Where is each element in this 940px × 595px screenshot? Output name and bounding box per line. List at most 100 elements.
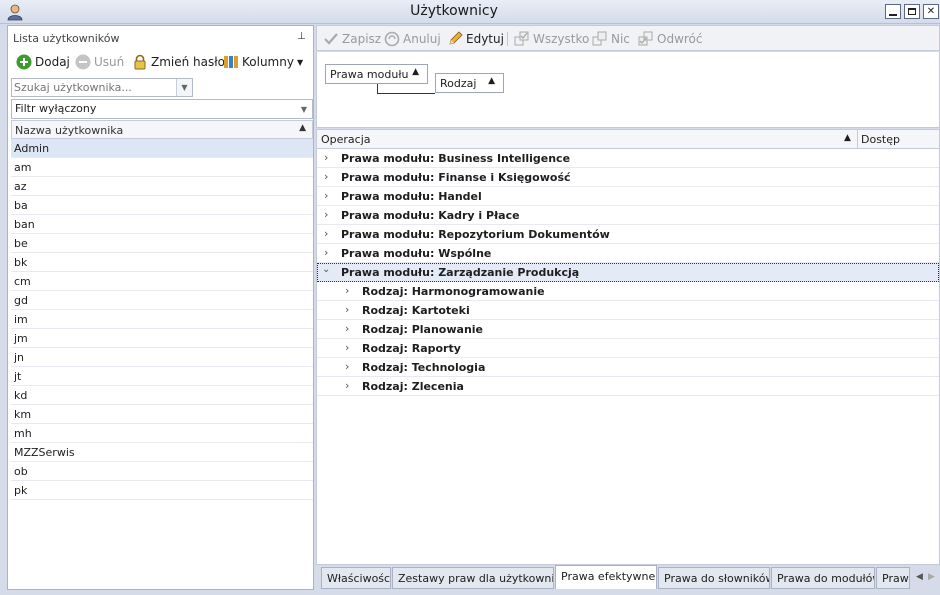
chevron-down-icon: ▼ bbox=[296, 57, 304, 67]
list-item[interactable]: ob bbox=[11, 462, 313, 481]
chevron-down-icon: ▼ bbox=[300, 104, 308, 114]
list-item[interactable]: ba bbox=[11, 196, 313, 215]
cancel-icon bbox=[384, 31, 400, 47]
save-button[interactable]: Zapisz bbox=[323, 30, 381, 48]
tree-row[interactable]: › Prawa modułu: Business Intelligence bbox=[317, 149, 939, 168]
check-none-icon bbox=[592, 31, 607, 46]
tree-row-child[interactable]: › Rodzaj: Kartoteki bbox=[317, 301, 939, 320]
maximize-button[interactable] bbox=[904, 4, 920, 19]
tab-scroll-right-icon[interactable]: ▶ bbox=[928, 572, 935, 582]
add-button[interactable]: Dodaj bbox=[16, 52, 70, 72]
list-item[interactable]: be bbox=[11, 234, 313, 253]
user-list: Admin am az ba ban be bk cm gd im jm jn … bbox=[11, 139, 313, 500]
minus-circle-icon bbox=[75, 54, 91, 70]
plus-circle-icon bbox=[16, 54, 32, 70]
chevron-right-icon[interactable]: › bbox=[324, 208, 328, 221]
tab-effective-permissions[interactable]: Prawa efektywne bbox=[555, 565, 657, 589]
chevron-right-icon[interactable]: › bbox=[345, 322, 349, 335]
tab-bar: Właściwości Zestawy praw dla użytkownika… bbox=[316, 565, 940, 590]
edit-button[interactable]: Edytuj bbox=[447, 30, 504, 48]
tab-dictionary-permissions[interactable]: Prawa do słowników bbox=[658, 567, 770, 589]
tab-permission-sets[interactable]: Zestawy praw dla użytkownika bbox=[392, 567, 554, 589]
window-title: Użytkownicy bbox=[410, 3, 498, 19]
chevron-right-icon[interactable]: › bbox=[345, 379, 349, 392]
remove-button[interactable]: Usuń bbox=[75, 52, 124, 72]
column-divider bbox=[857, 130, 858, 149]
list-item[interactable]: MZZSerwis bbox=[11, 443, 313, 462]
chevron-right-icon[interactable]: › bbox=[324, 151, 328, 164]
panel-header: Lista użytkowników bbox=[13, 32, 120, 45]
chevron-right-icon[interactable]: › bbox=[324, 246, 328, 259]
chevron-down-icon[interactable]: ⌄ bbox=[322, 264, 330, 275]
list-item[interactable]: az bbox=[11, 177, 313, 196]
minimize-button[interactable] bbox=[885, 4, 901, 19]
sort-ascending-icon: ▲ bbox=[412, 67, 419, 77]
minimize-icon bbox=[889, 13, 897, 16]
tree-row[interactable]: › Prawa modułu: Repozytorium Dokumentów bbox=[317, 225, 939, 244]
pencil-icon bbox=[449, 31, 463, 45]
list-item[interactable]: am bbox=[11, 158, 313, 177]
select-none-button[interactable]: Nic bbox=[592, 30, 630, 48]
list-item[interactable]: jt bbox=[11, 367, 313, 386]
sort-ascending-icon: ▲ bbox=[488, 76, 495, 86]
tree-row-child[interactable]: › Rodzaj: Zlecenia bbox=[317, 377, 939, 396]
user-list-panel: Lista użytkowników ⊥ Dodaj Usuń Zmień ha… bbox=[7, 25, 314, 590]
tree-row-child[interactable]: › Rodzaj: Planowanie bbox=[317, 320, 939, 339]
tree-row[interactable]: › Prawa modułu: Wspólne bbox=[317, 244, 939, 263]
group-chip-module[interactable]: Prawa modułu ▲ bbox=[325, 64, 428, 84]
list-item[interactable]: gd bbox=[11, 291, 313, 310]
tab-more[interactable]: Praw bbox=[876, 567, 910, 589]
chevron-right-icon[interactable]: › bbox=[324, 189, 328, 202]
pin-icon[interactable]: ⊥ bbox=[297, 31, 306, 42]
tree-row[interactable]: › Prawa modułu: Handel bbox=[317, 187, 939, 206]
search-input[interactable] bbox=[12, 79, 176, 96]
tree-row-expanded[interactable]: ⌄ Prawa modułu: Zarządzanie Produkcją bbox=[317, 263, 939, 282]
invert-button[interactable]: Odwróć bbox=[638, 30, 703, 48]
chevron-right-icon[interactable]: › bbox=[324, 227, 328, 240]
tree-row[interactable]: › Prawa modułu: Finanse i Księgowość bbox=[317, 168, 939, 187]
list-item[interactable]: im bbox=[11, 310, 313, 329]
group-by-area: Prawa modułu ▲ Rodzaj ▲ bbox=[316, 52, 940, 128]
tree-row[interactable]: › Prawa modułu: Kadry i Płace bbox=[317, 206, 939, 225]
column-header-username[interactable]: Nazwa użytkownika ▲ bbox=[11, 120, 313, 139]
list-item[interactable]: mh bbox=[11, 424, 313, 443]
list-item[interactable]: Admin bbox=[11, 139, 313, 158]
select-all-button[interactable]: Wszystko bbox=[514, 30, 589, 48]
maximize-icon bbox=[908, 8, 916, 15]
list-item[interactable]: pk bbox=[11, 481, 313, 500]
chevron-right-icon[interactable]: › bbox=[324, 170, 328, 183]
tab-properties[interactable]: Właściwości bbox=[321, 567, 391, 589]
search-field[interactable]: ▼ bbox=[11, 78, 193, 97]
chevron-right-icon[interactable]: › bbox=[345, 284, 349, 297]
group-chip-type[interactable]: Rodzaj ▲ bbox=[435, 73, 504, 93]
chevron-right-icon[interactable]: › bbox=[345, 360, 349, 373]
toolbar-separator bbox=[507, 32, 508, 46]
filter-select[interactable]: Filtr wyłączony ▼ bbox=[11, 99, 313, 119]
column-header-operation[interactable]: Operacja bbox=[321, 133, 371, 146]
list-item[interactable]: km bbox=[11, 405, 313, 424]
title-bar: Użytkownicy ✕ bbox=[0, 0, 940, 24]
tab-module-permissions[interactable]: Prawa do modułów bbox=[771, 567, 875, 589]
check-icon bbox=[324, 33, 338, 45]
tree-row-child[interactable]: › Rodzaj: Raporty bbox=[317, 339, 939, 358]
grid-header: Operacja ▲ Dostęp bbox=[316, 129, 940, 149]
list-item[interactable]: jm bbox=[11, 329, 313, 348]
tree-row-child[interactable]: › Rodzaj: Harmonogramowanie bbox=[317, 282, 939, 301]
columns-icon bbox=[224, 56, 238, 68]
list-item[interactable]: cm bbox=[11, 272, 313, 291]
column-header-access[interactable]: Dostęp bbox=[861, 133, 900, 146]
change-password-button[interactable]: Zmień hasło bbox=[132, 52, 225, 72]
tree-row-child[interactable]: › Rodzaj: Technologia bbox=[317, 358, 939, 377]
list-item[interactable]: bk bbox=[11, 253, 313, 272]
search-dropdown-button[interactable]: ▼ bbox=[176, 79, 192, 96]
close-button[interactable]: ✕ bbox=[923, 4, 939, 19]
list-item[interactable]: ban bbox=[11, 215, 313, 234]
list-item[interactable]: kd bbox=[11, 386, 313, 405]
list-item[interactable]: jn bbox=[11, 348, 313, 367]
filter-dropdown-button[interactable]: ▼ bbox=[296, 100, 312, 118]
cancel-button[interactable]: Anuluj bbox=[384, 30, 441, 48]
chevron-right-icon[interactable]: › bbox=[345, 341, 349, 354]
tab-scroll-left-icon[interactable]: ◀ bbox=[916, 572, 923, 582]
columns-button[interactable]: Kolumny ▼ bbox=[223, 52, 303, 72]
chevron-right-icon[interactable]: › bbox=[345, 303, 349, 316]
